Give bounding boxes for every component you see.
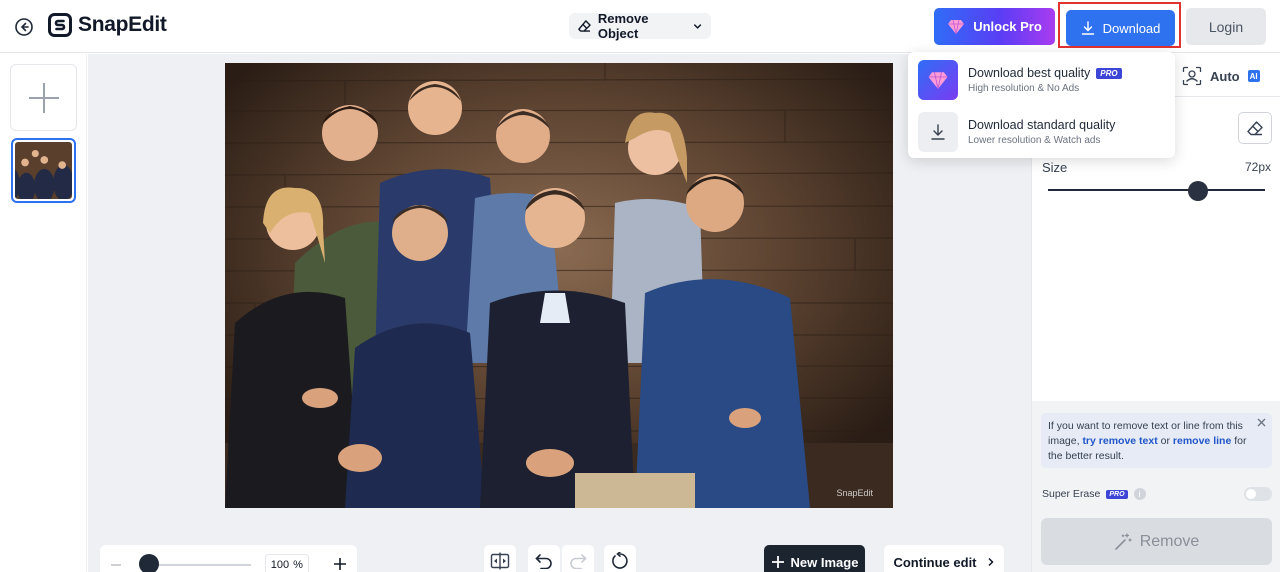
tab-auto[interactable]: Auto AI: [1182, 66, 1260, 86]
zoom-value: 100: [270, 559, 290, 571]
chevron-right-icon: [987, 557, 994, 567]
new-image-label: New Image: [790, 554, 859, 570]
brush-size-label: Size: [1042, 160, 1068, 175]
standard-quality-subtitle: Lower resolution & Watch ads: [968, 135, 1101, 146]
zoom-out-button[interactable]: [110, 555, 125, 572]
reset-button[interactable]: [604, 545, 636, 572]
zoom-value-field[interactable]: 100 %: [264, 554, 309, 572]
eraser-icon: [578, 20, 591, 32]
download-highlight-frame: Download: [1058, 2, 1181, 48]
zoom-slider[interactable]: [139, 554, 251, 572]
reset-icon: [612, 552, 628, 569]
image-rail: [0, 54, 87, 572]
thumbnail-preview: [15, 142, 72, 199]
remove-text-link[interactable]: try remove text: [1082, 435, 1157, 447]
super-erase-label: Super Erase: [1042, 488, 1101, 500]
download-button[interactable]: Download: [1066, 10, 1175, 46]
image-thumbnail[interactable]: [11, 138, 76, 203]
download-best-quality-option[interactable]: Download best quality PRO High resolutio…: [918, 58, 1168, 102]
remove-button[interactable]: Remove: [1041, 518, 1272, 565]
add-image-button[interactable]: [10, 64, 77, 131]
back-button[interactable]: [12, 15, 36, 39]
brush-size-slider[interactable]: [1048, 189, 1265, 191]
compare-icon: [490, 552, 510, 570]
brush-size-knob[interactable]: [1188, 181, 1208, 201]
zoom-unit: %: [293, 559, 303, 571]
plus-icon: [334, 557, 346, 570]
info-icon[interactable]: i: [1133, 488, 1146, 500]
redo-button[interactable]: [562, 545, 594, 572]
diamond-icon-tile: [918, 60, 958, 100]
photo-watermark: SnapEdit: [836, 488, 873, 498]
best-quality-title: Download best quality: [968, 66, 1091, 80]
chevron-down-icon: [693, 24, 702, 29]
zoom-slider-knob[interactable]: [139, 554, 160, 572]
best-quality-subtitle: High resolution & No Ads: [968, 83, 1080, 94]
continue-edit-label: Continue edit: [893, 554, 977, 570]
diamond-icon: [948, 19, 965, 34]
zoom-in-button[interactable]: [333, 554, 347, 572]
unlock-pro-button[interactable]: Unlock Pro: [934, 8, 1055, 45]
tool-select[interactable]: Remove Object: [569, 11, 711, 41]
top-bar: SnapEdit Remove Object Unlock Pro Downlo…: [0, 0, 1280, 53]
pro-badge: PRO: [1096, 67, 1122, 79]
undo-button[interactable]: [528, 545, 560, 572]
plus-icon: [771, 556, 784, 568]
download-icon-tile: [918, 112, 958, 152]
tip-box: If you want to remove text or line from …: [1041, 413, 1272, 468]
unlock-pro-label: Unlock Pro: [973, 19, 1042, 34]
eraser-tool-button[interactable]: [1238, 112, 1272, 144]
undo-icon: [535, 554, 552, 569]
pro-badge: PRO: [1106, 489, 1128, 499]
continue-edit-button[interactable]: Continue edit: [884, 545, 1004, 572]
download-icon: [1081, 21, 1094, 35]
eraser-icon: [1247, 121, 1263, 136]
snapedit-logo-icon: [48, 13, 72, 37]
new-image-button[interactable]: New Image: [764, 545, 865, 572]
remove-line-link[interactable]: remove line: [1173, 435, 1231, 447]
ai-badge: AI: [1247, 70, 1260, 82]
super-erase-row: Super Erase PRO i: [1042, 488, 1146, 500]
edited-photo[interactable]: SnapEdit: [225, 63, 893, 508]
download-menu: Download best quality PRO High resolutio…: [908, 52, 1175, 158]
login-button[interactable]: Login: [1186, 8, 1266, 45]
editor-canvas: SnapEdit 100 % New Image Continue edit: [88, 54, 1031, 572]
standard-quality-title: Download standard quality: [968, 118, 1116, 132]
tip-close-button[interactable]: [1257, 416, 1266, 431]
minus-icon: [111, 563, 121, 566]
close-icon: [1257, 418, 1266, 427]
group-photo: [225, 63, 893, 508]
diamond-icon: [928, 71, 948, 89]
app-name: SnapEdit: [78, 13, 167, 36]
remove-label: Remove: [1139, 532, 1200, 550]
tab-auto-label: Auto: [1210, 68, 1240, 84]
tip-middle: or: [1160, 435, 1170, 447]
download-standard-quality-option[interactable]: Download standard quality Lower resoluti…: [918, 110, 1168, 154]
compare-button[interactable]: [484, 545, 516, 572]
super-erase-toggle[interactable]: [1244, 487, 1272, 501]
brush-size-value: 72px: [1244, 160, 1271, 174]
plus-icon: [28, 82, 59, 113]
face-scan-icon: [1182, 66, 1202, 86]
download-label: Download: [1102, 20, 1161, 36]
zoom-control: 100 %: [100, 545, 357, 572]
tool-select-label: Remove Object: [597, 11, 649, 41]
app-logo[interactable]: SnapEdit: [48, 13, 167, 37]
magic-wand-icon: [1114, 532, 1132, 550]
redo-icon: [570, 554, 587, 569]
download-icon: [931, 124, 945, 140]
back-arrow-icon: [15, 18, 33, 36]
